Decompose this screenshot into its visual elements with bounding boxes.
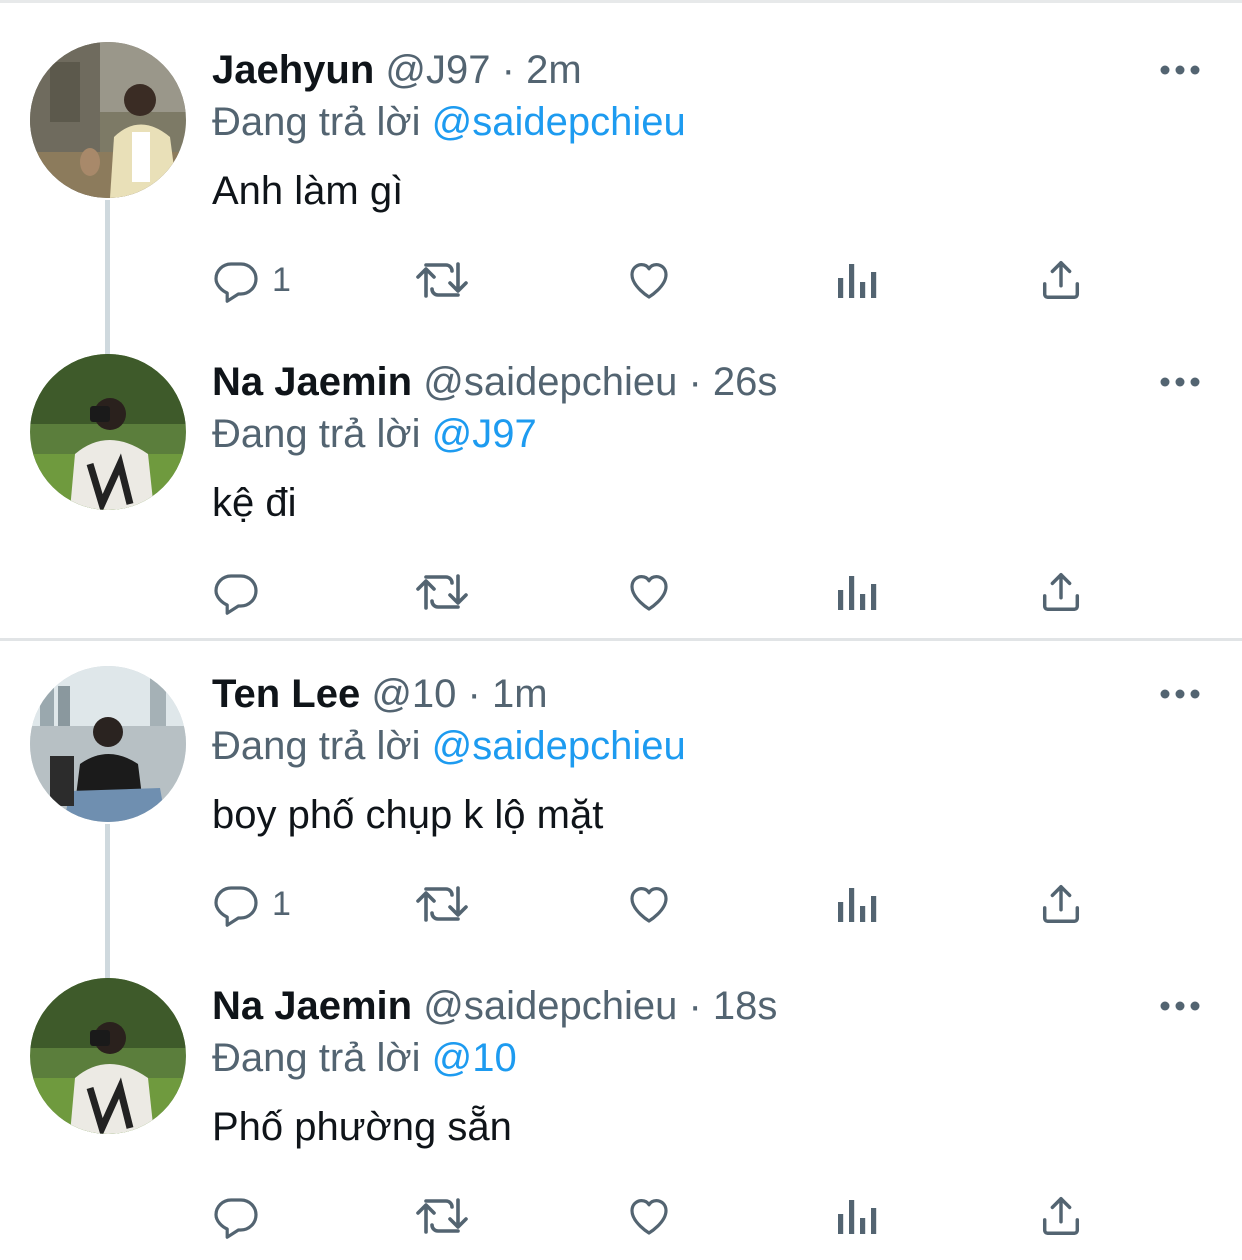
replying-to: Đang trả lời @10 (212, 1032, 517, 1084)
reply-icon (214, 262, 258, 303)
share-icon (1042, 573, 1080, 611)
retweet-icon (416, 1198, 468, 1234)
more-options-button[interactable] (1150, 986, 1210, 1026)
heart-icon (630, 887, 668, 923)
more-options-button[interactable] (1150, 674, 1210, 714)
avatar[interactable] (30, 354, 186, 510)
replying-prefix: Đang trả lời (212, 412, 421, 456)
more-options-button[interactable] (1150, 50, 1210, 90)
analytics-icon (838, 264, 877, 298)
retweet-button[interactable] (414, 567, 470, 617)
action-bar: 1 (212, 255, 1112, 305)
tweet-text: kệ đi (212, 481, 297, 525)
display-name[interactable]: Na Jaemin (212, 360, 412, 404)
retweet-button[interactable] (414, 255, 470, 305)
tweet-header: Ten Lee @10 · 1m (212, 668, 548, 720)
more-icon (1160, 1001, 1200, 1011)
analytics-icon (838, 888, 877, 922)
mention-link[interactable]: @10 (432, 1036, 517, 1080)
reply-icon (214, 574, 258, 615)
timestamp[interactable]: 2m (526, 48, 582, 92)
handle[interactable]: @saidepchieu (423, 984, 677, 1028)
timestamp[interactable]: 18s (713, 984, 778, 1028)
handle[interactable]: @saidepchieu (423, 360, 677, 404)
reply-button[interactable]: 1 (212, 255, 291, 305)
retweet-button[interactable] (414, 1191, 470, 1241)
replying-to: Đang trả lời @saidepchieu (212, 720, 686, 772)
tweet[interactable]: Na Jaemin @saidepchieu · 26s Đang trả lờ… (0, 312, 1242, 624)
reply-count: 1 (272, 260, 291, 299)
reply-count: 1 (272, 884, 291, 923)
tweet-text: Anh làm gì (212, 169, 404, 213)
analytics-icon (838, 1200, 877, 1234)
action-bar (212, 567, 1112, 617)
share-button[interactable] (1038, 1191, 1084, 1241)
retweet-icon (416, 262, 468, 298)
reply-icon (214, 1198, 258, 1239)
display-name[interactable]: Jaehyun (212, 48, 374, 92)
like-button[interactable] (624, 567, 674, 617)
retweet-button[interactable] (414, 879, 470, 929)
avatar[interactable] (30, 42, 186, 198)
replying-prefix: Đang trả lời (212, 100, 421, 144)
separator-dot: · (688, 984, 702, 1028)
display-name[interactable]: Na Jaemin (212, 984, 412, 1028)
avatar[interactable] (30, 666, 186, 822)
reply-button[interactable] (212, 567, 272, 617)
more-options-button[interactable] (1150, 362, 1210, 402)
handle[interactable]: @J97 (385, 48, 490, 92)
display-name[interactable]: Ten Lee (212, 672, 360, 716)
tweet-text: boy phố chụp k lộ mặt (212, 793, 604, 837)
share-icon (1042, 261, 1080, 299)
replying-to: Đang trả lời @J97 (212, 408, 537, 460)
tweet[interactable]: Ten Lee @10 · 1m Đang trả lời @saidepchi… (0, 624, 1242, 936)
mention-link[interactable]: @saidepchieu (432, 724, 686, 768)
more-icon (1160, 65, 1200, 75)
more-icon (1160, 377, 1200, 387)
analytics-icon (838, 576, 877, 610)
separator-dot: · (688, 360, 702, 404)
tweet-header: Na Jaemin @saidepchieu · 26s (212, 356, 777, 408)
like-button[interactable] (624, 255, 674, 305)
heart-icon (630, 575, 668, 611)
tweet-header: Na Jaemin @saidepchieu · 18s (212, 980, 777, 1032)
retweet-icon (416, 886, 468, 922)
mention-link[interactable]: @saidepchieu (432, 100, 686, 144)
tweet-text: Phố phường sẵn (212, 1105, 512, 1149)
reply-button[interactable] (212, 1191, 272, 1241)
replying-to: Đang trả lời @saidepchieu (212, 96, 686, 148)
reply-icon (214, 886, 258, 927)
share-button[interactable] (1038, 567, 1084, 617)
replying-prefix: Đang trả lời (212, 1036, 421, 1080)
share-button[interactable] (1038, 879, 1084, 929)
replying-prefix: Đang trả lời (212, 724, 421, 768)
share-icon (1042, 1197, 1080, 1235)
share-button[interactable] (1038, 255, 1084, 305)
like-button[interactable] (624, 1191, 674, 1241)
views-button[interactable] (834, 255, 878, 305)
share-icon (1042, 885, 1080, 923)
mention-link[interactable]: @J97 (432, 412, 537, 456)
retweet-icon (416, 574, 468, 610)
views-button[interactable] (834, 1191, 878, 1241)
like-button[interactable] (624, 879, 674, 929)
handle[interactable]: @10 (371, 672, 456, 716)
timestamp[interactable]: 26s (713, 360, 778, 404)
tweet-header: Jaehyun @J97 · 2m (212, 44, 582, 96)
views-button[interactable] (834, 567, 878, 617)
heart-icon (630, 263, 668, 299)
reply-button[interactable]: 1 (212, 879, 291, 929)
heart-icon (630, 1199, 668, 1235)
tweet[interactable]: Na Jaemin @saidepchieu · 18s Đang trả lờ… (0, 936, 1242, 1248)
views-button[interactable] (834, 879, 878, 929)
action-bar (212, 1191, 1112, 1241)
action-bar: 1 (212, 879, 1112, 929)
more-icon (1160, 689, 1200, 699)
tweet[interactable]: Jaehyun @J97 · 2m Đang trả lời @saidepch… (0, 0, 1242, 312)
separator-dot: · (501, 48, 515, 92)
timestamp[interactable]: 1m (492, 672, 548, 716)
avatar[interactable] (30, 978, 186, 1134)
separator-dot: · (467, 672, 481, 716)
